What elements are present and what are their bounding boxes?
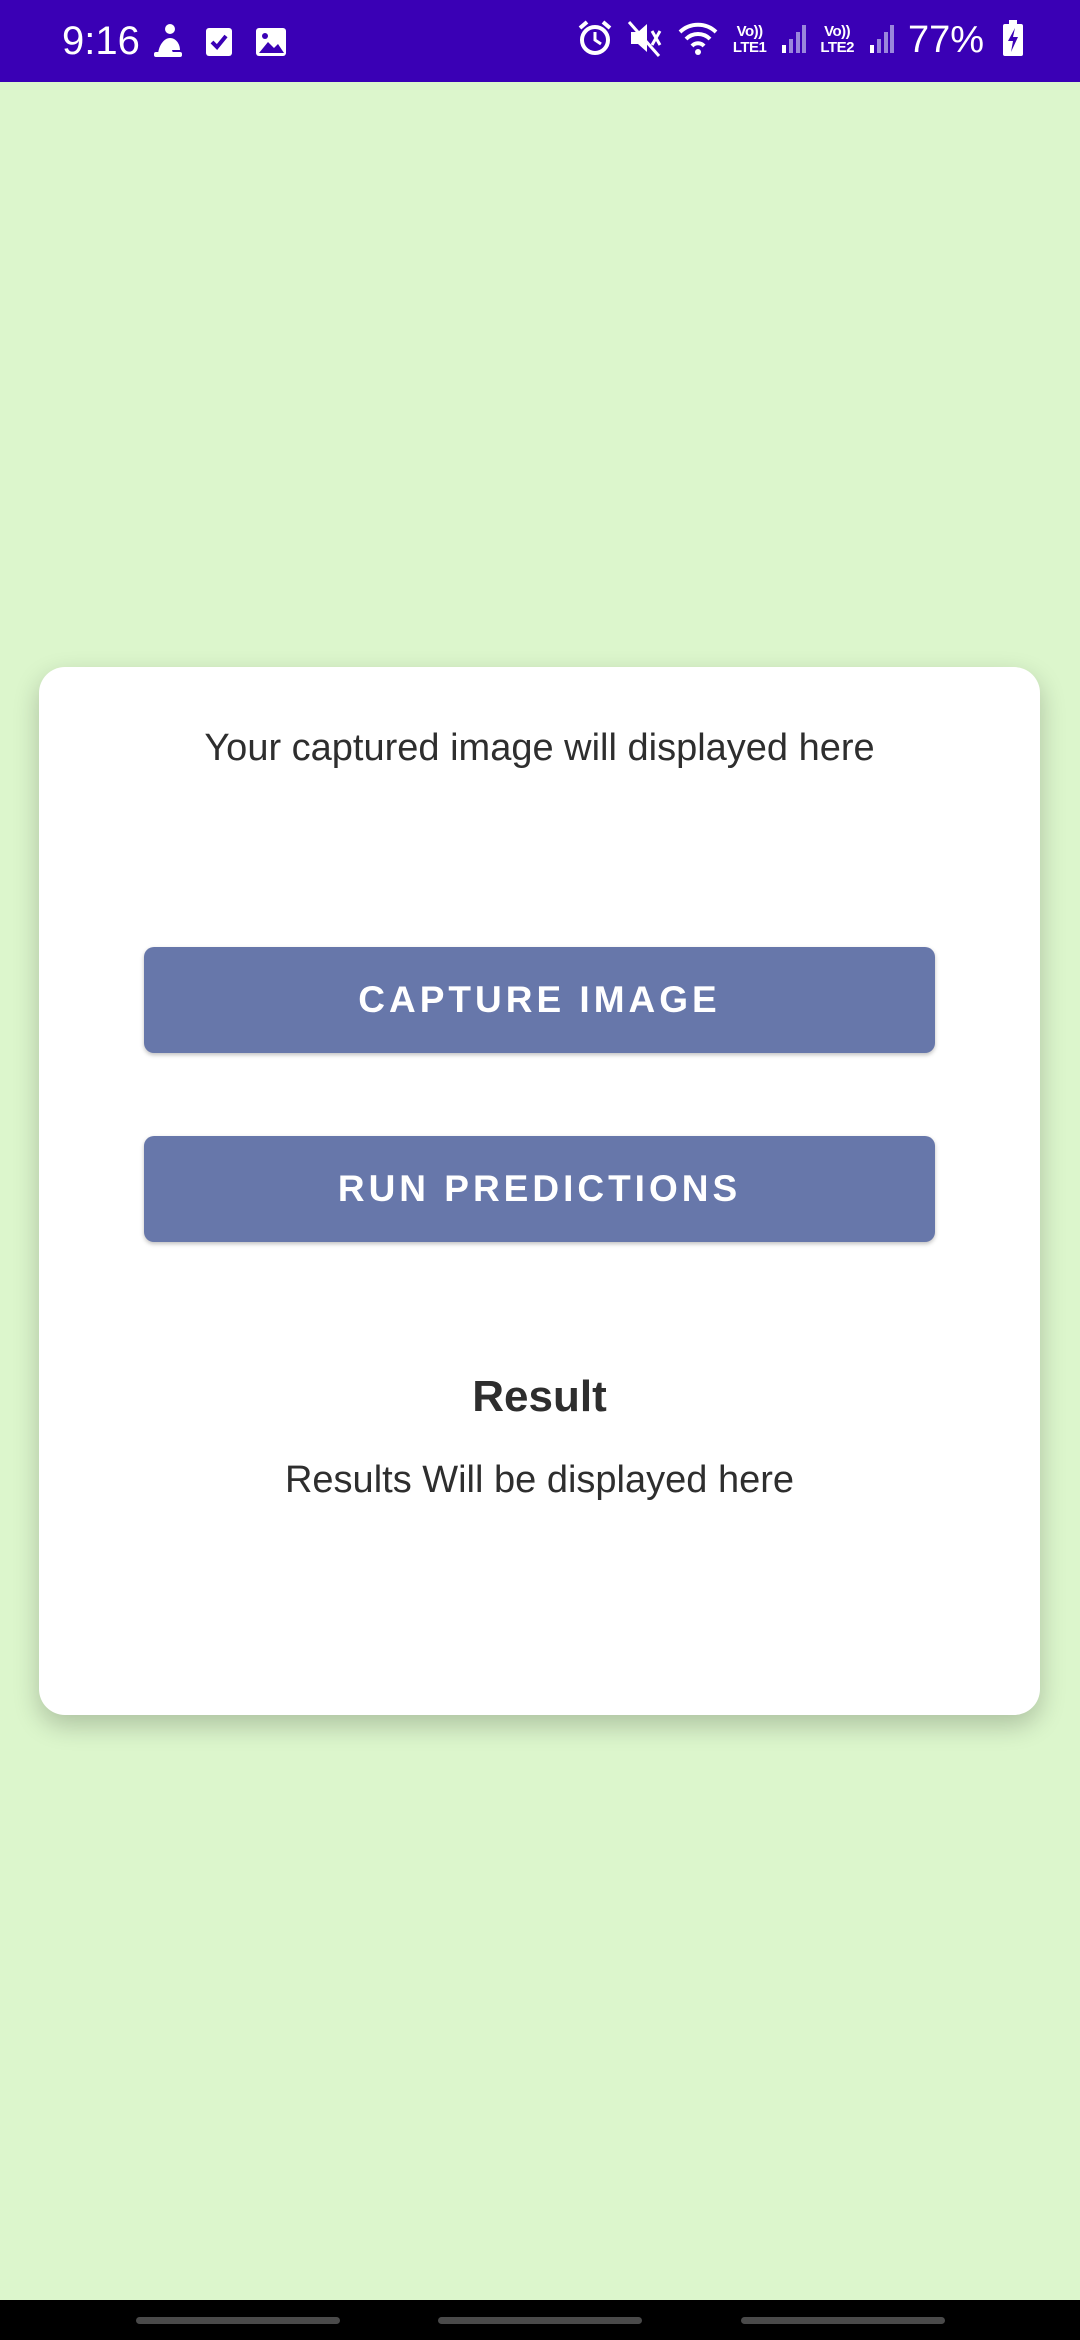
main-card: Your captured image will displayed here …: [39, 667, 1040, 1715]
network-label-sim2: Vo)) LTE2: [820, 23, 854, 56]
battery-charging-icon: [1002, 19, 1024, 62]
nav-home-handle[interactable]: [438, 2317, 642, 2324]
mute-icon: [627, 18, 663, 63]
checkbox-icon: [204, 22, 234, 65]
image-icon: [254, 22, 288, 65]
captured-image-placeholder: Your captured image will displayed here: [204, 727, 875, 769]
network-label-sim1: Vo)) LTE1: [732, 23, 767, 56]
signal-icon: [780, 21, 807, 60]
status-time: 9:16: [62, 19, 140, 63]
nav-recents-handle[interactable]: [136, 2317, 340, 2324]
notification-icons: [152, 22, 288, 65]
nav-back-handle[interactable]: [741, 2317, 945, 2324]
navigation-bar: [0, 2300, 1080, 2340]
capture-image-button[interactable]: CAPTURE IMAGE: [144, 947, 935, 1053]
result-title: Result: [472, 1372, 607, 1421]
run-predictions-button[interactable]: RUN PREDICTIONS: [144, 1136, 935, 1242]
alarm-icon: [577, 18, 613, 63]
wifi-icon: [677, 18, 719, 63]
system-icons: Vo)) LTE1 Vo)) LTE2 77%: [577, 16, 1024, 64]
battery-percent: 77%: [907, 19, 984, 61]
result-text: Results Will be displayed here: [284, 1459, 794, 1501]
person-icon: [152, 22, 184, 65]
signal-icon-sim2: [868, 21, 894, 60]
status-bar: 9:16 Vo)) LTE1 Vo)) LTE2 77%: [0, 0, 1080, 82]
